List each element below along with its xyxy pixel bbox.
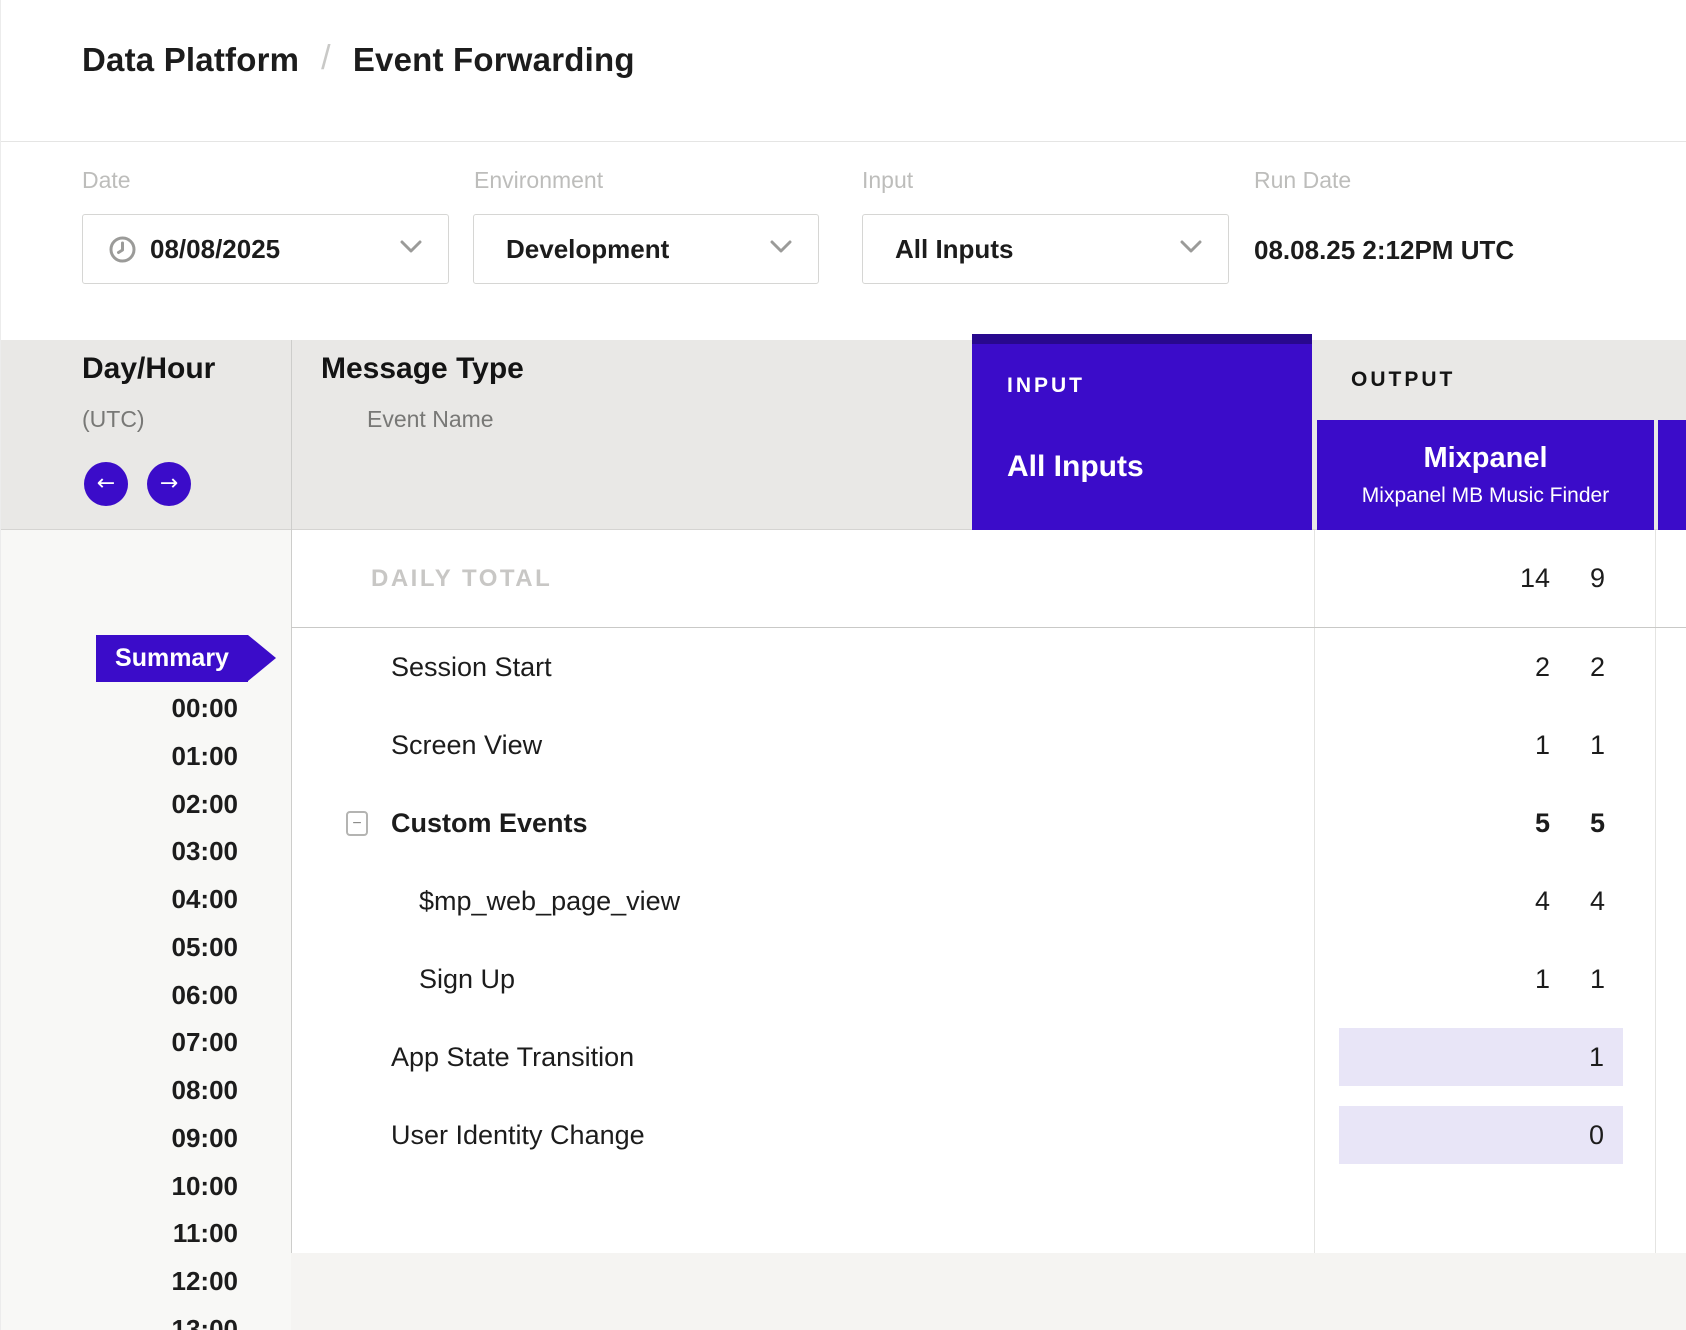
event-name-label: $mp_web_page_view bbox=[419, 862, 680, 940]
daily-total-output-cell: 9 bbox=[1317, 530, 1655, 627]
output-count-cell: 2 bbox=[1317, 628, 1655, 706]
breadcrumb: Data Platform / Event Forwarding bbox=[82, 40, 635, 79]
output-column-name: Mixpanel bbox=[1317, 442, 1654, 475]
table-row: $mp_web_page_view44 bbox=[291, 862, 1686, 940]
chevron-down-icon bbox=[770, 240, 792, 258]
column-divider bbox=[291, 340, 292, 530]
input-label: Input bbox=[862, 167, 913, 194]
input-column-name: All Inputs bbox=[1007, 450, 1144, 484]
event-name-label: App State Transition bbox=[391, 1018, 634, 1096]
table-row: −Custom Events55 bbox=[291, 784, 1686, 862]
hour-slot[interactable]: 09:00 bbox=[1, 1121, 238, 1155]
summary-tab[interactable]: Summary bbox=[96, 635, 248, 682]
hour-slot[interactable]: 13:00 bbox=[1, 1312, 238, 1330]
top-bar: Data Platform / Event Forwarding bbox=[1, 0, 1686, 142]
output-count-cell: 1 bbox=[1317, 706, 1655, 784]
hour-slot[interactable]: 08:00 bbox=[1, 1073, 238, 1107]
date-label: Date bbox=[82, 167, 131, 194]
table-footer-band bbox=[291, 1253, 1686, 1330]
daily-total-label: DAILY TOTAL bbox=[371, 530, 552, 627]
output-count-value: 1 bbox=[1590, 940, 1605, 1018]
output-count-value: 5 bbox=[1590, 784, 1605, 862]
next-output-column-header[interactable] bbox=[1658, 420, 1686, 530]
day-hour-subtitle: (UTC) bbox=[82, 406, 145, 433]
prev-day-button[interactable]: ← bbox=[84, 462, 128, 506]
date-dropdown[interactable]: 08/08/2025 bbox=[82, 214, 449, 284]
clock-icon bbox=[109, 236, 136, 263]
environment-dropdown[interactable]: Development bbox=[473, 214, 819, 284]
arrow-right-icon: → bbox=[160, 462, 178, 506]
hour-slot[interactable]: 11:00 bbox=[1, 1216, 238, 1250]
hour-slot[interactable]: 10:00 bbox=[1, 1169, 238, 1203]
output-count-cell: 1 bbox=[1317, 940, 1655, 1018]
output-count-cell: 4 bbox=[1317, 862, 1655, 940]
daily-total-output-value: 9 bbox=[1590, 530, 1605, 627]
next-day-button[interactable]: → bbox=[147, 462, 191, 506]
event-name-label: Session Start bbox=[391, 628, 552, 706]
output-section-label: OUTPUT bbox=[1351, 368, 1455, 392]
environment-value: Development bbox=[506, 234, 669, 265]
hour-slot[interactable]: 07:00 bbox=[1, 1025, 238, 1059]
table-row: User Identity Change20 bbox=[291, 1096, 1686, 1174]
output-count-cell: 5 bbox=[1317, 784, 1655, 862]
output-column-subtitle: Mixpanel MB Music Finder bbox=[1317, 484, 1654, 508]
run-date-label: Run Date bbox=[1254, 167, 1351, 194]
hour-slot[interactable]: 12:00 bbox=[1, 1264, 238, 1298]
daily-total-row: DAILY TOTAL 14 9 bbox=[291, 530, 1686, 628]
arrow-left-icon: ← bbox=[97, 462, 115, 506]
event-name-label: User Identity Change bbox=[391, 1096, 645, 1174]
highlighted-output-cell: 0 bbox=[1339, 1106, 1623, 1164]
page-title: Event Forwarding bbox=[353, 41, 635, 79]
output-count-value: 1 bbox=[1590, 706, 1605, 784]
message-type-subtitle: Event Name bbox=[367, 406, 494, 433]
input-column-header[interactable]: INPUT All Inputs bbox=[972, 334, 1312, 530]
run-date-value: 08.08.25 2:12PM UTC bbox=[1254, 235, 1514, 266]
collapse-icon[interactable]: − bbox=[346, 811, 368, 836]
event-name-label: Screen View bbox=[391, 706, 542, 784]
hour-slot[interactable]: 00:00 bbox=[1, 691, 238, 725]
table-row: App State Transition41 bbox=[291, 1018, 1686, 1096]
output-count-value: 0 bbox=[1589, 1106, 1604, 1164]
hour-slot[interactable]: 06:00 bbox=[1, 978, 238, 1012]
hour-slot[interactable]: 05:00 bbox=[1, 930, 238, 964]
event-name-label: Custom Events bbox=[391, 784, 588, 862]
output-count-value: 4 bbox=[1590, 862, 1605, 940]
breadcrumb-section[interactable]: Data Platform bbox=[82, 41, 299, 79]
hour-slot[interactable]: 03:00 bbox=[1, 834, 238, 868]
table-row: Session Start22 bbox=[291, 628, 1686, 706]
input-dropdown[interactable]: All Inputs bbox=[862, 214, 1229, 284]
filter-bar: Date Environment Input Run Date 08/08/20… bbox=[1, 142, 1686, 340]
event-forwarding-page: Data Platform / Event Forwarding Date En… bbox=[0, 0, 1686, 1330]
chevron-down-icon bbox=[1180, 240, 1202, 258]
day-hour-header: Day/Hour bbox=[82, 352, 215, 386]
breadcrumb-separator: / bbox=[321, 39, 331, 78]
output-count-value: 1 bbox=[1589, 1028, 1604, 1086]
hour-slot[interactable]: 04:00 bbox=[1, 882, 238, 916]
input-value: All Inputs bbox=[895, 234, 1013, 265]
chevron-down-icon bbox=[400, 240, 422, 258]
message-type-header: Message Type bbox=[321, 352, 524, 386]
input-column-accent bbox=[972, 334, 1312, 344]
output-count-value: 2 bbox=[1590, 628, 1605, 706]
table-row: Screen View11 bbox=[291, 706, 1686, 784]
date-value: 08/08/2025 bbox=[150, 234, 280, 265]
output-column-header[interactable]: Mixpanel Mixpanel MB Music Finder bbox=[1317, 420, 1654, 530]
hour-slot[interactable]: 01:00 bbox=[1, 739, 238, 773]
table-row: Sign Up11 bbox=[291, 940, 1686, 1018]
event-name-label: Sign Up bbox=[419, 940, 515, 1018]
highlighted-output-cell: 1 bbox=[1339, 1028, 1623, 1086]
input-section-label: INPUT bbox=[1007, 374, 1085, 398]
hour-slot[interactable]: 02:00 bbox=[1, 787, 238, 821]
environment-label: Environment bbox=[474, 167, 603, 194]
